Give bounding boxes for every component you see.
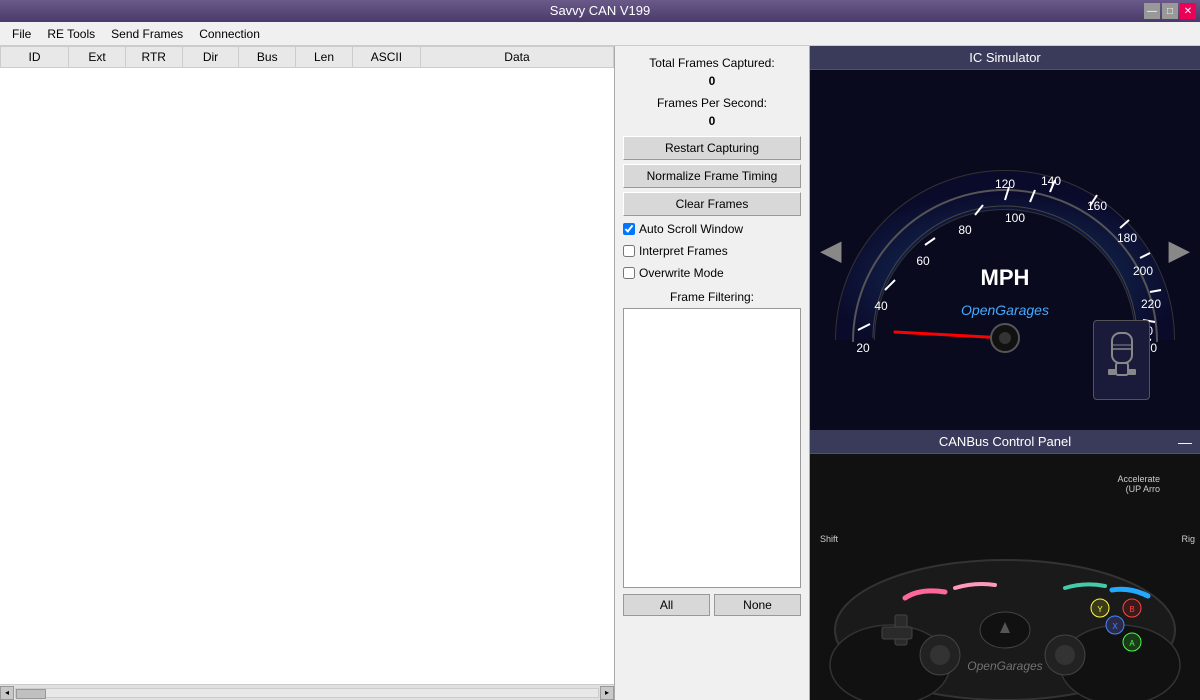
horizontal-scrollbar[interactable]: ◂ ▸: [0, 684, 614, 700]
gamepad-area: Accelerate (UP Arro Shift Rig: [810, 454, 1200, 700]
filter-none-button[interactable]: None: [714, 594, 801, 616]
svg-text:Y: Y: [1097, 605, 1103, 614]
filter-input[interactable]: [623, 308, 801, 588]
svg-text:B: B: [1129, 605, 1134, 614]
svg-text:OpenGarages: OpenGarages: [961, 302, 1049, 318]
col-bus: Bus: [239, 47, 296, 68]
interpret-frames-checkbox[interactable]: [623, 245, 635, 257]
col-dir: Dir: [182, 47, 239, 68]
frame-table: ID Ext RTR Dir Bus Len ASCII Data: [0, 46, 614, 68]
filter-all-button[interactable]: All: [623, 594, 710, 616]
scroll-left-arrow[interactable]: ◂: [0, 686, 14, 700]
svg-text:120: 120: [995, 177, 1015, 191]
menu-re-tools[interactable]: RE Tools: [39, 24, 103, 44]
total-frames-value: 0: [623, 74, 801, 88]
main-layout: ID Ext RTR Dir Bus Len ASCII Data ◂ ▸ To: [0, 46, 1200, 700]
canbus-title: CANBus Control Panel —: [810, 430, 1200, 454]
auto-scroll-label: Auto Scroll Window: [639, 222, 743, 236]
scroll-thumb[interactable]: [16, 689, 46, 699]
svg-text:200: 200: [1133, 264, 1153, 278]
nav-right-arrow[interactable]: ▶: [1168, 234, 1190, 267]
scroll-right-arrow[interactable]: ▸: [600, 686, 614, 700]
auto-scroll-row: Auto Scroll Window: [623, 220, 801, 238]
interpret-frames-label: Interpret Frames: [639, 244, 728, 258]
svg-text:X: X: [1112, 622, 1118, 631]
svg-text:160: 160: [1087, 199, 1107, 213]
canbus-minimize-button[interactable]: —: [1178, 434, 1192, 450]
filter-buttons: All None: [623, 594, 801, 616]
svg-text:A: A: [1129, 639, 1135, 648]
speedometer-area: ◀ ▶: [810, 70, 1200, 430]
minimize-button[interactable]: —: [1144, 3, 1160, 19]
col-ascii: ASCII: [352, 47, 420, 68]
fps-label: Frames Per Second:: [623, 96, 801, 110]
canbus-section: CANBus Control Panel — Accelerate (UP Ar…: [810, 430, 1200, 700]
titlebar: Savvy CAN V199 — □ ✕: [0, 0, 1200, 22]
frame-table-panel: ID Ext RTR Dir Bus Len ASCII Data ◂ ▸: [0, 46, 615, 700]
fps-value: 0: [623, 114, 801, 128]
window-controls: — □ ✕: [1144, 3, 1196, 19]
normalize-button[interactable]: Normalize Frame Timing: [623, 164, 801, 188]
accelerate-label: Accelerate (UP Arro: [1117, 474, 1160, 494]
col-ext: Ext: [69, 47, 126, 68]
col-data: Data: [420, 47, 613, 68]
ic-panel: IC Simulator ◀ ▶: [810, 46, 1200, 700]
close-button[interactable]: ✕: [1180, 3, 1196, 19]
col-rtr: RTR: [125, 47, 182, 68]
svg-text:20: 20: [856, 341, 870, 355]
auto-scroll-checkbox[interactable]: [623, 223, 635, 235]
restart-button[interactable]: Restart Capturing: [623, 136, 801, 160]
scroll-track[interactable]: [15, 688, 599, 698]
overwrite-mode-checkbox[interactable]: [623, 267, 635, 279]
svg-text:OpenGarages: OpenGarages: [967, 659, 1042, 673]
col-len: Len: [296, 47, 353, 68]
menu-file[interactable]: File: [4, 24, 39, 44]
app-title: Savvy CAN V199: [550, 0, 650, 22]
overwrite-mode-row: Overwrite Mode: [623, 264, 801, 282]
svg-text:80: 80: [958, 223, 972, 237]
svg-text:140: 140: [1041, 174, 1061, 188]
maximize-button[interactable]: □: [1162, 3, 1178, 19]
gamepad-svg: X B A Y OpenGarages: [810, 500, 1200, 700]
ic-simulator-title: IC Simulator: [810, 46, 1200, 70]
overwrite-mode-label: Overwrite Mode: [639, 266, 724, 280]
filter-label: Frame Filtering:: [623, 290, 801, 304]
clear-button[interactable]: Clear Frames: [623, 192, 801, 216]
svg-text:180: 180: [1117, 231, 1137, 245]
controls-panel: Total Frames Captured: 0 Frames Per Seco…: [615, 46, 810, 700]
svg-text:220: 220: [1141, 297, 1161, 311]
col-id: ID: [1, 47, 69, 68]
frame-data-area[interactable]: [0, 68, 614, 684]
nav-left-arrow[interactable]: ◀: [820, 234, 842, 267]
menu-send-frames[interactable]: Send Frames: [103, 24, 191, 44]
menu-connection[interactable]: Connection: [191, 24, 268, 44]
svg-text:60: 60: [916, 254, 930, 268]
svg-text:40: 40: [874, 299, 888, 313]
gear-icon: [1093, 320, 1150, 400]
svg-text:MPH: MPH: [981, 265, 1030, 290]
menubar: File RE Tools Send Frames Connection: [0, 22, 1200, 46]
svg-text:100: 100: [1005, 211, 1025, 225]
interpret-frames-row: Interpret Frames: [623, 242, 801, 260]
total-frames-label: Total Frames Captured:: [623, 56, 801, 70]
